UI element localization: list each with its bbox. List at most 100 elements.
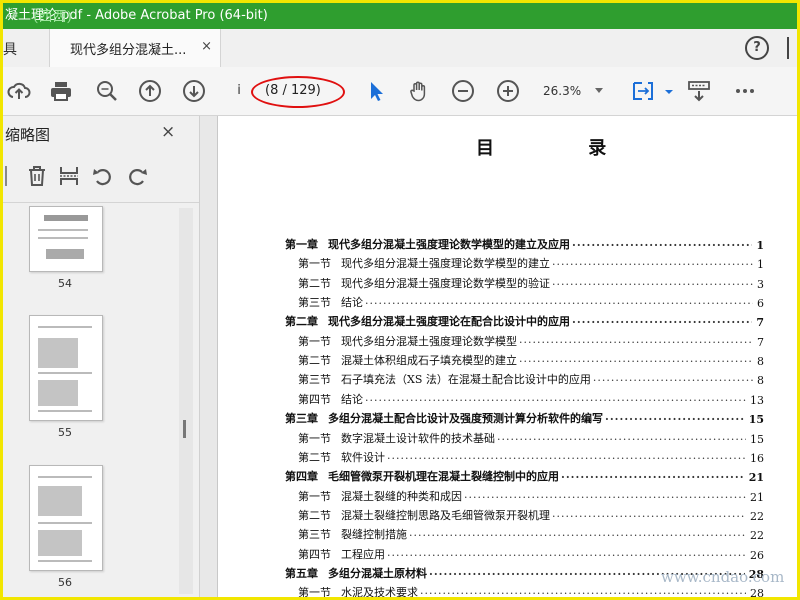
toc-row-title: 混凝土裂缝控制思路及毛细管微泵开裂机理 <box>341 508 550 522</box>
fit-options-chevron-icon[interactable] <box>657 79 673 103</box>
toc-section-row[interactable]: 第三节 结论 ···································… <box>298 292 764 310</box>
tab-bar: 具 现代多组分混凝土... × ? <box>3 29 797 68</box>
toc-section-row[interactable]: 第三节 裂缝控制措施 ·······························… <box>298 524 764 542</box>
page-down-icon[interactable] <box>182 79 206 103</box>
upload-icon[interactable] <box>7 79 31 103</box>
toc-row-page: 26 <box>750 548 764 562</box>
thumbnail-label-55: 55 <box>58 426 72 439</box>
toc-row-label: 第二章 <box>285 315 318 329</box>
toc-row-title: 现代多组分混凝土强度理论数学模型的建立 <box>341 257 550 271</box>
toc-row-title: 毛细管微泵开裂机理在混凝土裂缝控制中的应用 <box>328 470 559 484</box>
thumbnail-page-56[interactable] <box>29 465 103 571</box>
toc-section-row[interactable]: 第一节 现代多组分混凝土强度理论数学模型的建立 ··················… <box>298 253 764 271</box>
toc-leader-dots: ········································… <box>409 529 746 543</box>
toc-leader-dots: ········································… <box>387 451 746 465</box>
toc-row-page: 21 <box>750 490 764 504</box>
fit-page-icon[interactable] <box>631 79 655 103</box>
help-icon[interactable]: ? <box>745 36 769 60</box>
toc-chapter-row[interactable]: 第三章 多组分混凝土配合比设计及强度预测计算分析软件的编写 ············… <box>285 408 764 426</box>
toc-leader-dots: ········································… <box>605 413 745 427</box>
toc-row-page: 7 <box>756 316 764 330</box>
toc-section-row[interactable]: 第四节 结论 ···································… <box>298 389 764 407</box>
toc-section-row[interactable]: 第二节 混凝土体积组成石子填充模型的建立 ·····················… <box>298 350 764 368</box>
zoom-out-icon[interactable] <box>451 79 475 103</box>
toc-section-row[interactable]: 第一节 数字混凝土设计软件的技术基础 ·······················… <box>298 428 764 446</box>
hand-icon[interactable] <box>407 79 431 103</box>
toc-row-title: 现代多组分混凝土强度理论在配合比设计中的应用 <box>328 315 570 329</box>
scroll-mode-icon[interactable] <box>687 79 711 103</box>
toc-row-title: 现代多组分混凝土强度理论数学模型的建立及应用 <box>328 238 570 251</box>
thumbnail-panel: 缩略图 × 54 55 56 <box>3 116 200 597</box>
page-number-input[interactable]: i <box>229 80 249 102</box>
toc-leader-dots: ········································… <box>572 239 752 252</box>
toc-row-label: 第五章 <box>285 566 318 580</box>
document-tab[interactable]: 现代多组分混凝土... × <box>49 29 221 67</box>
toc-chapter-row[interactable]: 第四章 毛细管微泵开裂机理在混凝土裂缝控制中的应用 ················… <box>285 466 764 484</box>
toc-row-title: 裂缝控制措施 <box>341 528 407 542</box>
toc-row-page: 8 <box>757 355 764 369</box>
toc-section-row[interactable]: 第二节 混凝土裂缝控制思路及毛细管微泵开裂机理 ··················… <box>298 505 764 523</box>
toc-row-label: 第一节 <box>298 586 331 600</box>
thumbnail-label-54: 54 <box>58 277 72 290</box>
thumbnail-page-55[interactable] <box>29 315 103 421</box>
toc-row-title: 混凝土体积组成石子填充模型的建立 <box>341 354 517 368</box>
toc-row-label: 第一章 <box>285 238 318 251</box>
toc-section-row[interactable]: 第三节 石子填充法（XS 法）在混凝土配合比设计中的应用 ·············… <box>298 369 764 387</box>
panel-close-icon[interactable]: × <box>161 122 175 142</box>
toc-row-title: 结论 <box>341 296 363 310</box>
toc-chapter-row[interactable]: 第二章 现代多组分混凝土强度理论在配合比设计中的应用 ···············… <box>285 311 764 329</box>
chevron-down-icon[interactable] <box>595 88 603 93</box>
toc-row-title: 结论 <box>341 392 363 406</box>
toc-row-page: 15 <box>750 432 764 446</box>
toc-leader-dots: ········································… <box>365 393 746 407</box>
thumbnail-scrollbar[interactable] <box>179 208 193 594</box>
toc-row-page: 16 <box>750 451 764 465</box>
toc-leader-dots: ········································… <box>519 355 753 369</box>
zoom-in-icon[interactable] <box>496 79 520 103</box>
select-arrow-icon[interactable] <box>365 79 389 103</box>
toc-row-label: 第一节 <box>298 431 331 445</box>
rotate-ccw-icon[interactable] <box>91 164 115 188</box>
tab-tools-stub[interactable]: 具 <box>3 39 17 59</box>
toc-chapter-row[interactable]: 第一章 现代多组分混凝土强度理论数学模型的建立及应用 ···············… <box>285 234 764 252</box>
toc-section-row[interactable]: 第四节 工程应用 ·································… <box>298 544 764 562</box>
toc-section-row[interactable]: 第一节 混凝土裂缝的种类和成因 ··························… <box>298 486 764 504</box>
page-up-icon[interactable] <box>138 79 162 103</box>
toc-row-page: 3 <box>757 277 764 291</box>
tab-close-icon[interactable]: × <box>201 39 212 54</box>
toc-leader-dots: ········································… <box>420 587 746 600</box>
toc-section-row[interactable]: 第一节 现代多组分混凝土强度理论数学模型 ·····················… <box>298 331 764 349</box>
delete-icon[interactable] <box>25 164 49 188</box>
zoom-level[interactable]: 26.3% <box>543 80 581 102</box>
extract-icon[interactable] <box>57 164 81 188</box>
panel-divider <box>3 202 199 203</box>
document-area: 目 录 第一章 现代多组分混凝土强度理论数学模型的建立及应用 ···········… <box>200 116 797 597</box>
window-frame: 凝土理论.pdf - Adobe Acrobat Pro (64-bit) (西… <box>0 0 800 600</box>
toc-row-label: 第一节 <box>298 489 331 503</box>
zoom-search-icon[interactable] <box>95 79 119 103</box>
toc-row-page: 1 <box>757 258 764 272</box>
toc-row-label: 第二节 <box>298 276 331 290</box>
print-icon[interactable] <box>49 79 73 103</box>
toc-leader-dots: ········································… <box>365 297 753 311</box>
toc-row-title: 现代多组分混凝土强度理论数学模型的验证 <box>341 276 550 290</box>
title-bar: 凝土理论.pdf - Adobe Acrobat Pro (64-bit) (西… <box>3 3 797 29</box>
toc-row-title: 水泥及技术要求 <box>341 586 418 600</box>
toc-section-row[interactable]: 第二节 现代多组分混凝土强度理论数学模型的验证 ··················… <box>298 273 764 291</box>
toc-leader-dots: ········································… <box>561 471 745 485</box>
panel-tools-divider <box>5 166 9 186</box>
toc-row-page: 6 <box>757 297 764 311</box>
thumbnail-page-54[interactable] <box>29 206 103 272</box>
toc-leader-dots: ········································… <box>552 277 753 291</box>
scrollbar-thumb[interactable] <box>183 420 186 438</box>
more-icon[interactable] <box>733 79 757 103</box>
account-icon[interactable] <box>787 37 797 59</box>
toc-row-title: 石子填充法（XS 法）在混凝土配合比设计中的应用 <box>341 373 591 387</box>
toc-title: 目 录 <box>476 138 651 159</box>
rotate-cw-icon[interactable] <box>125 164 149 188</box>
toc-row-page: 13 <box>750 393 764 407</box>
toc-section-row[interactable]: 第二节 软件设计 ·································… <box>298 447 764 465</box>
toc-row-title: 现代多组分混凝土强度理论数学模型 <box>341 334 517 348</box>
thumbnail-label-56: 56 <box>58 576 72 589</box>
toc-row-page: 28 <box>750 587 764 600</box>
